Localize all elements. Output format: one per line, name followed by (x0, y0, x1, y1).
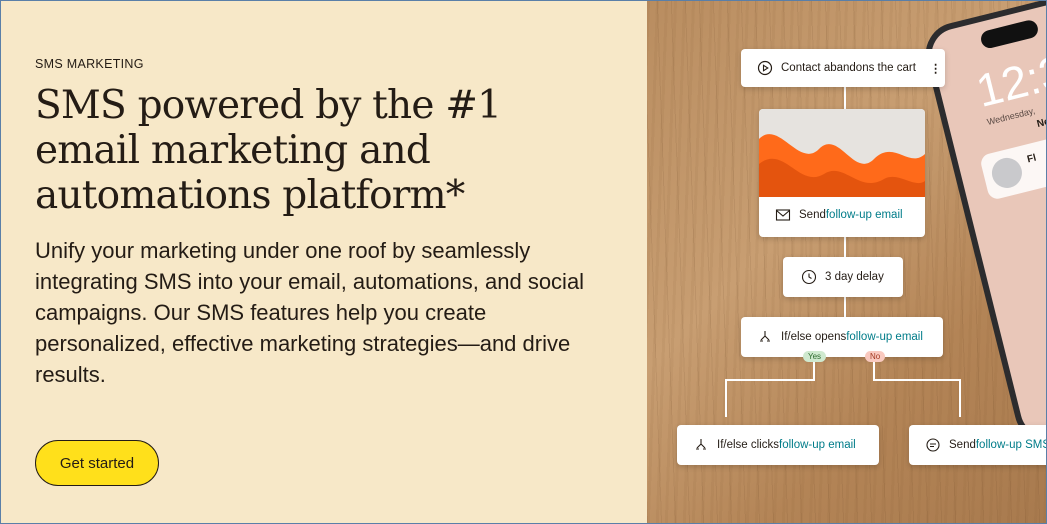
branch-icon (760, 331, 770, 342)
phone-new-label: New (1035, 114, 1047, 131)
envelope-icon (775, 209, 791, 221)
send-email-prefix: Send (799, 209, 826, 221)
avatar (988, 154, 1026, 192)
send-sms-card[interactable]: Send follow-up SMS (909, 425, 1046, 465)
if-else-clicks-card[interactable]: If/else clicks follow-up email (677, 425, 879, 465)
dynamic-island (979, 18, 1040, 50)
get-started-button[interactable]: Get started (35, 440, 159, 486)
connector-line (873, 379, 961, 381)
connector-line (844, 87, 846, 111)
send-sms-prefix: Send (949, 439, 976, 451)
clock-icon (801, 269, 817, 285)
connector-line (725, 379, 727, 417)
phone-clock: 12:3 (971, 44, 1047, 117)
delay-card[interactable]: 3 day delay (783, 257, 903, 297)
trigger-label: Contact abandons the cart (781, 62, 916, 74)
send-email-row: Send follow-up email (759, 197, 925, 223)
follow-up-sms-link[interactable]: follow-up SMS (976, 439, 1046, 451)
if-else-clicks-prefix: If/else clicks (717, 439, 779, 451)
if-else-opens-card[interactable]: If/else opens follow-up email (741, 317, 943, 357)
more-options-icon[interactable]: ⋮ (930, 61, 942, 75)
sms-marketing-hero: SMS MARKETING SMS powered by the #1 emai… (0, 0, 1047, 524)
delay-label: 3 day delay (825, 271, 884, 283)
connector-line (725, 379, 815, 381)
trigger-card[interactable]: Contact abandons the cart ⋮ (741, 49, 945, 87)
eyebrow-label: SMS MARKETING (35, 57, 144, 71)
hero-description: Unify your marketing under one roof by s… (35, 238, 585, 387)
connector-line (844, 235, 846, 257)
follow-up-email-link[interactable]: follow-up email (846, 331, 923, 343)
follow-up-email-link[interactable]: follow-up email (826, 209, 903, 221)
connector-line (844, 297, 846, 317)
send-email-card[interactable]: Send follow-up email (759, 109, 925, 237)
notification-title: Fl (1026, 152, 1038, 166)
hero-headline: SMS powered by the #1 email marketing an… (35, 83, 502, 218)
connector-line (959, 379, 961, 417)
branch-icon (696, 439, 706, 450)
play-circle-icon (757, 60, 773, 76)
if-else-opens-prefix: If/else opens (781, 331, 847, 343)
no-badge: No (865, 351, 886, 362)
hero-text-panel: SMS MARKETING SMS powered by the #1 emai… (1, 1, 647, 523)
follow-up-email-link[interactable]: follow-up email (779, 439, 856, 451)
yes-badge: Yes (803, 351, 827, 362)
product-image (759, 109, 925, 197)
automation-illustration: 12:3 Wednesday, New Fl Contact abandons … (647, 1, 1047, 523)
chat-icon (926, 438, 940, 452)
phone-notification: Fl (979, 122, 1046, 201)
